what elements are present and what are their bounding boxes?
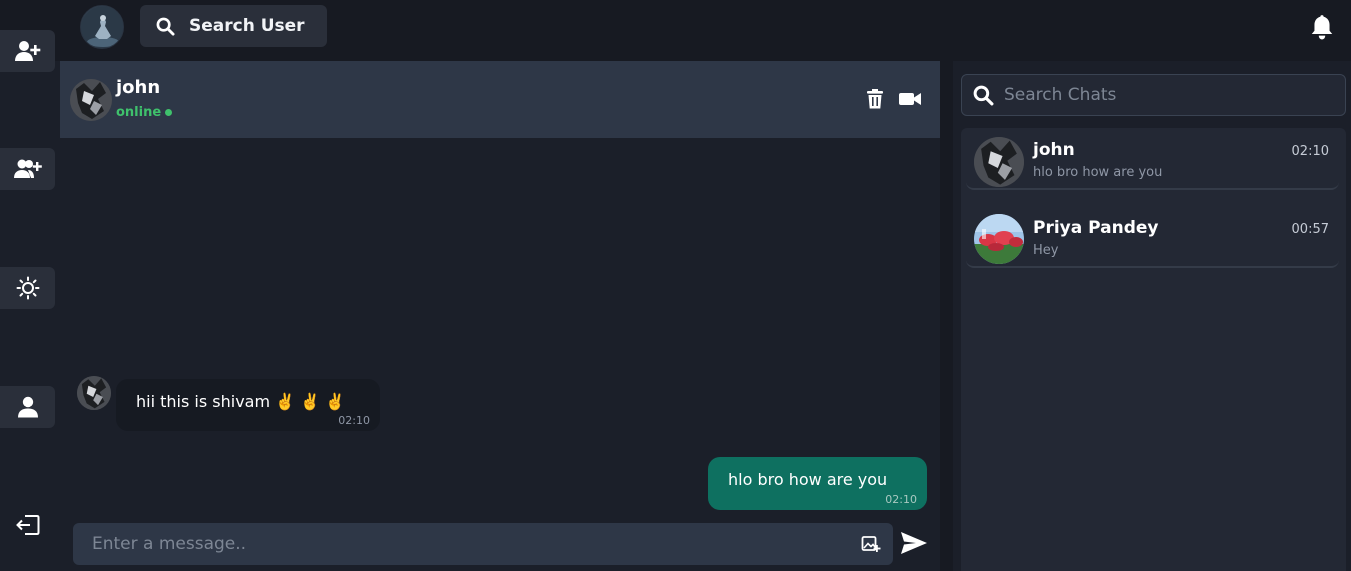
contact-status: online [116, 105, 173, 120]
chat-time: 02:10 [1291, 144, 1329, 159]
chat-name: Priya Pandey [1033, 218, 1159, 238]
user-plus-icon [14, 41, 40, 61]
message-time: 02:10 [338, 414, 370, 427]
chat-list-item[interactable]: john hlo bro how are you 02:10 [966, 128, 1339, 190]
video-icon[interactable] [898, 88, 922, 110]
search-icon [973, 85, 994, 106]
chat-avatar [974, 137, 1024, 187]
bell-icon[interactable] [1309, 13, 1335, 41]
chat-time: 00:57 [1291, 222, 1329, 237]
chat-last-message: Hey [1033, 243, 1059, 258]
add-user-button[interactable] [0, 30, 55, 72]
search-user-button[interactable]: Search User [140, 5, 327, 47]
chat-search-box [961, 74, 1346, 116]
chat-avatar [974, 214, 1024, 264]
logout-button[interactable] [0, 503, 55, 547]
user-icon [17, 396, 38, 418]
app-logo[interactable] [80, 5, 124, 49]
search-user-label: Search User [189, 16, 305, 36]
message-text: hlo bro how are you [728, 470, 888, 489]
chat-list: john hlo bro how are you 02:10 Priya Pan… [961, 128, 1346, 571]
contact-avatar[interactable] [70, 79, 112, 121]
chat-last-message: hlo bro how are you [1033, 165, 1163, 180]
message-text: hii this is shivam ✌️ ✌️ ✌️ [136, 392, 346, 411]
message-composer [73, 523, 893, 565]
image-add-icon[interactable] [861, 534, 881, 554]
outgoing-message: hlo bro how are you 02:10 [708, 457, 927, 510]
sun-icon [16, 276, 39, 300]
trash-icon[interactable] [864, 88, 886, 110]
online-dot [165, 109, 173, 116]
chat-list-item[interactable]: Priya Pandey Hey 00:57 [966, 206, 1339, 268]
send-icon[interactable] [900, 531, 928, 555]
message-time: 02:10 [885, 493, 917, 506]
profile-button[interactable] [0, 386, 55, 428]
status-text: online [116, 105, 162, 120]
panel-divider [940, 61, 953, 571]
message-avatar [77, 376, 111, 410]
logout-icon [15, 515, 39, 535]
contact-name: john [116, 77, 161, 98]
chat-header: john online [60, 61, 940, 138]
message-input[interactable] [73, 523, 853, 565]
incoming-message: hii this is shivam ✌️ ✌️ ✌️ 02:10 [116, 379, 380, 431]
create-group-button[interactable] [0, 148, 55, 190]
theme-toggle-button[interactable] [0, 267, 55, 309]
search-chats-input[interactable] [1004, 75, 1334, 115]
top-bar: Search User [0, 0, 1351, 61]
chat-name: john [1033, 140, 1075, 160]
search-icon [156, 17, 175, 36]
users-plus-icon [13, 159, 42, 178]
